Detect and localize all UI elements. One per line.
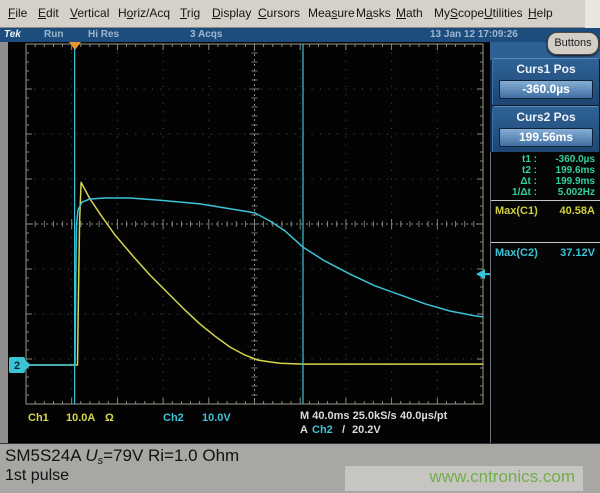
menu-label-key: a (366, 6, 373, 20)
curs2-pos-box: Curs2 Pos 199.56ms (492, 106, 600, 154)
t1-value: -360.0µs (555, 154, 595, 165)
menu-label-key: S (450, 6, 458, 20)
menu-edit[interactable]: Edit (38, 6, 59, 20)
menu-label-key: T (180, 6, 187, 20)
menu-label-post: isplay (221, 6, 252, 20)
datetime-label: 13 Jan 12 17:09:26 (430, 29, 518, 40)
ch2-label[interactable]: Ch2 (163, 412, 184, 424)
curs2-pos-title: Curs2 Pos (493, 110, 599, 124)
t2-label: t2 : (491, 165, 537, 176)
menu-utilities[interactable]: Utilities (484, 6, 523, 20)
ch2-scale-readout[interactable]: 10.0V (202, 412, 231, 424)
caption-line1: SM5S24A Us=79V Ri=1.0 Ohm (5, 446, 239, 467)
timebase-readout[interactable]: M 40.0ms 25.0kS/s (300, 410, 397, 422)
inv-dt-label: 1/Δt : (491, 187, 537, 198)
menu-label-key: M (396, 6, 406, 20)
curs1-pos-box: Curs1 Pos -360.0µs (492, 58, 600, 106)
scope-readouts: Ch1 10.0A Ω Ch2 10.0V M 40.0ms 25.0kS/s … (8, 42, 490, 443)
menu-display[interactable]: Display (212, 6, 251, 20)
max-c2-label: Max(C2) (495, 247, 538, 259)
menu-file[interactable]: File (8, 6, 27, 20)
menu-label-key: U (484, 6, 493, 20)
menu-label-pre: My (434, 6, 450, 20)
max-c1-label: Max(C1) (495, 205, 538, 217)
caption-device: SM5S24A (5, 446, 85, 465)
menu-masks[interactable]: Masks (356, 6, 391, 20)
resolution-readout: 40.0µs/pt (400, 410, 447, 422)
menu-label-key: D (212, 6, 221, 20)
menu-label-post: ertical (77, 6, 109, 20)
tek-logo: Tek (4, 29, 21, 40)
caption-line2: 1st pulse (5, 467, 69, 485)
menu-label-post: elp (537, 6, 553, 20)
inv-dt-value: 5.002Hz (558, 187, 595, 198)
status-bar: Tek Run Hi Res 3 Acqs 13 Jan 12 17:09:26 (0, 28, 600, 42)
watermark-link: www.cntronics.com (430, 467, 575, 487)
curs1-pos-title: Curs1 Pos (493, 62, 599, 76)
max-c2-readout: Max(C2) 37.12V (491, 247, 600, 261)
measurement-readout-zone: t1 : -360.0µs t2 : 199.6ms Δt : 199.9ms 1/Δ… (490, 152, 600, 443)
menu-label-post: ile (15, 6, 27, 20)
t2-value: 199.6ms (556, 165, 595, 176)
trigger-source-label[interactable]: Ch2 (312, 424, 333, 436)
ch1-label[interactable]: Ch1 (28, 412, 49, 424)
menu-bar: File Edit Vertical Horiz/Acq Trig Displa… (0, 0, 600, 28)
menu-myscope[interactable]: MyScope (434, 6, 484, 20)
caption-params: =79V Ri=1.0 Ohm (103, 446, 239, 465)
menu-vertical[interactable]: Vertical (70, 6, 109, 20)
menu-horiz-acq[interactable]: Horiz/Acq (118, 6, 170, 20)
menu-trig[interactable]: Trig (180, 6, 200, 20)
screen-left-strip (0, 42, 8, 443)
curs1-pos-field[interactable]: -360.0µs (499, 80, 593, 99)
cursor-dt-readout: Δt : 199.9ms (491, 176, 600, 187)
menu-label-key: C (258, 6, 267, 20)
menu-label-post: dit (46, 6, 59, 20)
dt-label: Δt : (491, 176, 537, 187)
menu-label-key: E (38, 6, 46, 20)
acq-mode-label: Hi Res (88, 29, 119, 40)
menu-label-post: cope (458, 6, 484, 20)
menu-label-post: ursors (267, 6, 300, 20)
cursor-t2-readout: t2 : 199.6ms (491, 165, 600, 176)
menu-label-post: ath (406, 6, 423, 20)
caption-strip: SM5S24A Us=79V Ri=1.0 Ohm 1st pulse www.… (0, 443, 600, 493)
dt-value: 199.9ms (556, 176, 595, 187)
menu-measure[interactable]: Measure (308, 6, 355, 20)
menu-label-key: H (528, 6, 537, 20)
menu-cursors[interactable]: Cursors (258, 6, 300, 20)
menu-label-post: rig (187, 6, 200, 20)
max-c1-readout: Max(C1) 40.58A (491, 205, 600, 219)
menu-label-post: tilities (493, 6, 523, 20)
oscilloscope-window: File Edit Vertical Horiz/Acq Trig Displa… (0, 0, 600, 493)
menu-label-pre: M (356, 6, 366, 20)
acq-count-label: 3 Acqs (190, 29, 222, 40)
t1-label: t1 : (491, 154, 537, 165)
trigger-slope-icon: / (342, 424, 345, 436)
menu-label-post: riz/Acq (133, 6, 170, 20)
trigger-mode-label: A (300, 424, 308, 436)
cursor-t1-readout: t1 : -360.0µs (491, 154, 600, 165)
divider (491, 200, 600, 201)
menu-label-pre: Mea (308, 6, 331, 20)
control-panel: Curs1 Pos -360.0µs Curs2 Pos 199.56ms t1… (490, 42, 600, 443)
buttons-button[interactable]: Buttons (547, 32, 599, 55)
scope-display: 2 Ch1 10.0A Ω Ch2 10.0V M 40.0ms 25.0kS/… (8, 42, 490, 443)
max-c1-value: 40.58A (560, 205, 595, 217)
menu-label-pre: H (118, 6, 127, 20)
ch1-coupling-icon: Ω (105, 412, 114, 424)
menu-math[interactable]: Math (396, 6, 423, 20)
caption-var: U (85, 446, 97, 465)
max-c2-value: 37.12V (560, 247, 595, 259)
trigger-level-readout[interactable]: 20.2V (352, 424, 381, 436)
menu-label-post: ure (337, 6, 354, 20)
menu-help[interactable]: Help (528, 6, 553, 20)
divider (491, 242, 600, 243)
curs2-pos-field[interactable]: 199.56ms (499, 128, 593, 147)
watermark-box: www.cntronics.com (345, 466, 583, 491)
ch1-scale-readout[interactable]: 10.0A (66, 412, 95, 424)
menu-label-post: sks (373, 6, 391, 20)
run-state-label: Run (44, 29, 63, 40)
cursor-freq-readout: 1/Δt : 5.002Hz (491, 187, 600, 198)
